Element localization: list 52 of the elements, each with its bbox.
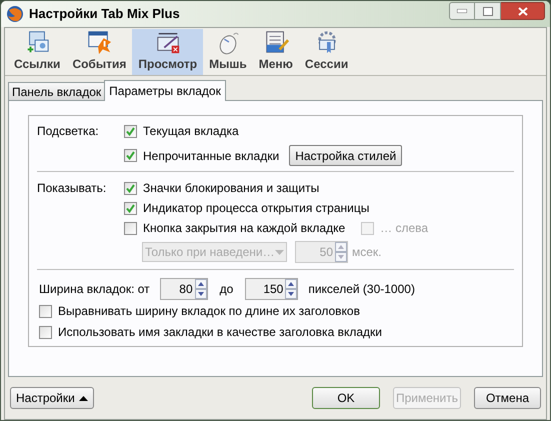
checkbox-label: Выравнивать ширину вкладок по длине их заголовков — [58, 303, 360, 320]
ok-button[interactable]: OK — [312, 387, 380, 409]
cancel-button[interactable]: Отмена — [474, 387, 541, 409]
spin-arrows-icon — [335, 242, 347, 262]
checkbox-label: Использовать имя закладки в качестве заголовка вкладки — [58, 324, 382, 341]
settings-menu-button[interactable]: Настройки — [10, 387, 94, 409]
toolbar-button[interactable]: События — [66, 29, 132, 75]
checkbox-label: Индикатор процесса открытия страницы — [143, 200, 370, 217]
checkbox-label: Непрочитанные вкладки — [143, 148, 280, 164]
tab[interactable]: Панель вкладок — [8, 82, 106, 100]
section-label: Подсветка: — [37, 123, 99, 140]
checkbox-label: Значки блокирования и защиты — [143, 180, 320, 197]
checkbox-label: Кнопка закрытия на каждой вкладке — [143, 220, 346, 237]
close-button[interactable] — [501, 2, 545, 20]
checkbox[interactable] — [124, 149, 137, 162]
toolbar-button[interactable]: Сессии — [298, 29, 354, 75]
checkmark-icon — [126, 126, 135, 136]
unit-label: мсек. — [352, 244, 382, 261]
close-icon — [518, 6, 528, 16]
tab[interactable]: Параметры вкладок — [104, 80, 226, 101]
maximize-button[interactable] — [475, 2, 501, 20]
number-field[interactable]: 150 — [245, 278, 298, 300]
checkmark-icon — [126, 151, 135, 160]
field-label: пикселей (30-1000) — [308, 281, 415, 298]
checkbox[interactable] — [124, 182, 137, 194]
checkmark-icon — [126, 204, 135, 212]
number-field[interactable]: 80 — [160, 278, 208, 300]
field-label: до — [220, 281, 234, 298]
maximize-icon — [482, 6, 492, 16]
spin-arrows-icon — [285, 279, 298, 299]
toolbar-button[interactable]: Мышь — [203, 29, 253, 75]
minimize-button[interactable] — [449, 2, 475, 20]
dropdown-arrow-icon — [275, 250, 284, 254]
style-settings-button[interactable]: Настройка стилей — [289, 145, 402, 166]
toolbar-button[interactable]: Ссылки — [8, 29, 66, 75]
spin-arrows-icon — [194, 279, 207, 299]
toolbar-button[interactable]: Меню — [252, 29, 299, 75]
checkbox[interactable] — [124, 124, 137, 138]
field-label: Ширина вкладок: от — [39, 281, 150, 298]
checkbox[interactable] — [124, 222, 137, 234]
toolbar-button[interactable]: Просмотр — [132, 29, 204, 75]
caret-icon — [78, 396, 88, 400]
checkbox-label: Текущая вкладка — [143, 123, 239, 140]
checkbox-label: … слева — [380, 220, 428, 237]
checkbox[interactable] — [39, 326, 52, 338]
minimize-icon — [457, 9, 467, 13]
checkmark-icon — [126, 184, 135, 192]
section-label: Показывать: — [37, 180, 106, 197]
checkbox[interactable] — [39, 304, 52, 318]
app-icon — [6, 5, 24, 23]
checkbox[interactable] — [124, 202, 137, 214]
window-title: Настройки Tab Mix Plus — [29, 5, 180, 24]
